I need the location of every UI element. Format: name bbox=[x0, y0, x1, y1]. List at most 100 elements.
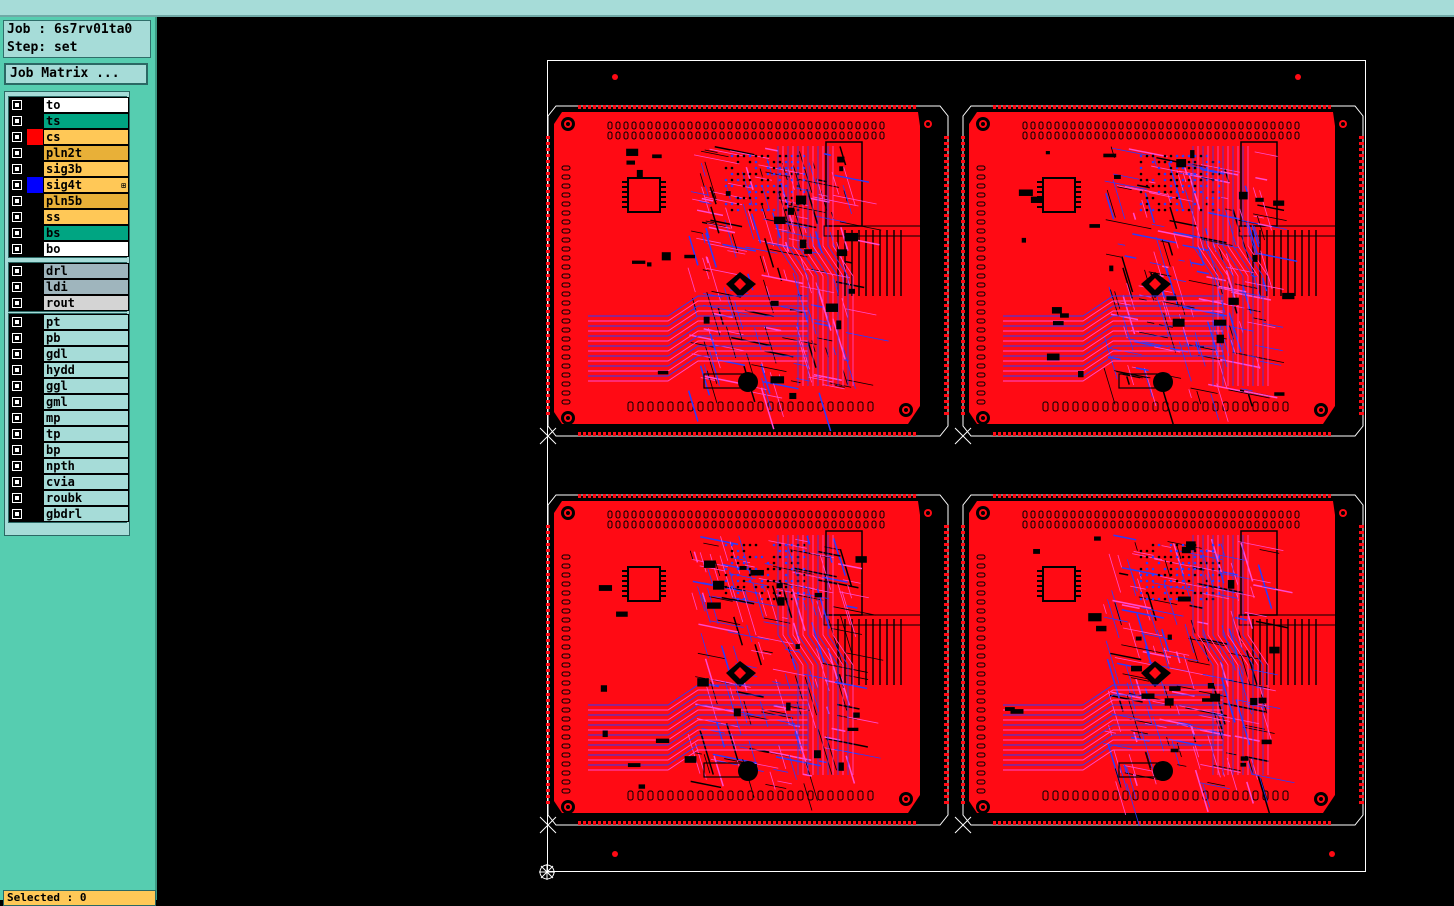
layer-name[interactable]: roubk bbox=[43, 490, 129, 506]
layer-color-swatch[interactable] bbox=[27, 346, 43, 362]
layer-row-to[interactable]: to bbox=[9, 97, 129, 113]
layer-row-gdl[interactable]: gdl bbox=[9, 346, 129, 362]
layer-checkbox[interactable] bbox=[12, 509, 22, 519]
layer-color-swatch[interactable] bbox=[27, 241, 43, 257]
layer-row-roubk[interactable]: roubk bbox=[9, 490, 129, 506]
layer-name[interactable]: bo bbox=[43, 241, 129, 257]
layer-color-swatch[interactable] bbox=[27, 458, 43, 474]
layer-checkbox[interactable] bbox=[12, 132, 22, 142]
layer-row-drl[interactable]: drl bbox=[9, 263, 129, 279]
layer-name[interactable]: npth bbox=[43, 458, 129, 474]
layer-color-swatch[interactable] bbox=[27, 295, 43, 311]
layer-row-bp[interactable]: bp bbox=[9, 442, 129, 458]
layer-name[interactable]: gml bbox=[43, 394, 129, 410]
layer-checkbox[interactable] bbox=[12, 148, 22, 158]
layer-checkbox[interactable] bbox=[12, 164, 22, 174]
layer-name[interactable]: cvia bbox=[43, 474, 129, 490]
layer-row-mp[interactable]: mp bbox=[9, 410, 129, 426]
layer-color-swatch[interactable] bbox=[27, 362, 43, 378]
layer-row-npth[interactable]: npth bbox=[9, 458, 129, 474]
layer-color-swatch[interactable] bbox=[27, 506, 43, 522]
layer-row-ldi[interactable]: ldi bbox=[9, 279, 129, 295]
layer-color-swatch[interactable] bbox=[27, 426, 43, 442]
layer-row-sig4t[interactable]: sig4t ⊞ bbox=[9, 177, 129, 193]
layer-color-swatch[interactable] bbox=[27, 97, 43, 113]
layer-color-swatch[interactable] bbox=[27, 378, 43, 394]
layer-color-swatch[interactable] bbox=[27, 314, 43, 330]
layer-checkbox[interactable] bbox=[12, 212, 22, 222]
layer-checkbox[interactable] bbox=[12, 461, 22, 471]
layer-color-swatch[interactable] bbox=[27, 474, 43, 490]
layer-color-swatch[interactable] bbox=[27, 394, 43, 410]
panel-view[interactable] bbox=[157, 17, 1454, 900]
layer-row-cs[interactable]: cs bbox=[9, 129, 129, 145]
layer-row-pb[interactable]: pb bbox=[9, 330, 129, 346]
layer-row-pln5b[interactable]: pln5b bbox=[9, 193, 129, 209]
layer-name[interactable]: tp bbox=[43, 426, 129, 442]
layer-row-ts[interactable]: ts bbox=[9, 113, 129, 129]
layer-name[interactable]: rout bbox=[43, 295, 129, 311]
layer-row-gbdrl[interactable]: gbdrl bbox=[9, 506, 129, 522]
layer-checkbox[interactable] bbox=[12, 282, 22, 292]
layer-color-swatch[interactable] bbox=[27, 410, 43, 426]
layer-checkbox[interactable] bbox=[12, 397, 22, 407]
layer-name[interactable]: gbdrl bbox=[43, 506, 129, 522]
layer-checkbox[interactable] bbox=[12, 349, 22, 359]
layer-checkbox[interactable] bbox=[12, 493, 22, 503]
layer-color-swatch[interactable] bbox=[27, 209, 43, 225]
layer-checkbox[interactable] bbox=[12, 365, 22, 375]
layer-row-bs[interactable]: bs bbox=[9, 225, 129, 241]
layer-color-swatch[interactable] bbox=[27, 177, 43, 193]
layer-row-pln2t[interactable]: pln2t bbox=[9, 145, 129, 161]
layer-name[interactable]: bs bbox=[43, 225, 129, 241]
layer-checkbox[interactable] bbox=[12, 100, 22, 110]
layer-checkbox[interactable] bbox=[12, 413, 22, 423]
layer-checkbox[interactable] bbox=[12, 116, 22, 126]
layer-checkbox[interactable] bbox=[12, 477, 22, 487]
layer-row-tp[interactable]: tp bbox=[9, 426, 129, 442]
layer-color-swatch[interactable] bbox=[27, 330, 43, 346]
layer-checkbox[interactable] bbox=[12, 317, 22, 327]
layer-row-cvia[interactable]: cvia bbox=[9, 474, 129, 490]
layer-checkbox[interactable] bbox=[12, 429, 22, 439]
layer-checkbox[interactable] bbox=[12, 381, 22, 391]
layer-name[interactable]: pt bbox=[43, 314, 129, 330]
layer-checkbox[interactable] bbox=[12, 445, 22, 455]
layer-color-swatch[interactable] bbox=[27, 490, 43, 506]
layer-row-ggl[interactable]: ggl bbox=[9, 378, 129, 394]
layer-name[interactable]: sig4t ⊞ bbox=[43, 177, 129, 193]
layer-name[interactable]: ggl bbox=[43, 378, 129, 394]
graphic-canvas[interactable] bbox=[157, 17, 1454, 900]
layer-color-swatch[interactable] bbox=[27, 279, 43, 295]
layer-color-swatch[interactable] bbox=[27, 442, 43, 458]
layer-row-sig3b[interactable]: sig3b bbox=[9, 161, 129, 177]
layer-row-gml[interactable]: gml bbox=[9, 394, 129, 410]
layer-color-swatch[interactable] bbox=[27, 113, 43, 129]
layer-color-swatch[interactable] bbox=[27, 193, 43, 209]
layer-name[interactable]: ts bbox=[43, 113, 129, 129]
layer-checkbox[interactable] bbox=[12, 196, 22, 206]
layer-color-swatch[interactable] bbox=[27, 225, 43, 241]
layer-checkbox[interactable] bbox=[12, 180, 22, 190]
layer-name[interactable]: ldi bbox=[43, 279, 129, 295]
job-matrix-button[interactable]: Job Matrix ... bbox=[4, 63, 148, 85]
layer-color-swatch[interactable] bbox=[27, 129, 43, 145]
layer-name[interactable]: to bbox=[43, 97, 129, 113]
layer-name[interactable]: ss bbox=[43, 209, 129, 225]
layer-name[interactable]: pln5b bbox=[43, 193, 129, 209]
layer-name[interactable]: mp bbox=[43, 410, 129, 426]
layer-row-ss[interactable]: ss bbox=[9, 209, 129, 225]
layer-row-rout[interactable]: rout bbox=[9, 295, 129, 311]
layer-name[interactable]: hydd bbox=[43, 362, 129, 378]
layer-name[interactable]: gdl bbox=[43, 346, 129, 362]
layer-checkbox[interactable] bbox=[12, 244, 22, 254]
layer-row-pt[interactable]: pt bbox=[9, 314, 129, 330]
layer-checkbox[interactable] bbox=[12, 228, 22, 238]
layer-name[interactable]: bp bbox=[43, 442, 129, 458]
layer-color-swatch[interactable] bbox=[27, 263, 43, 279]
layer-color-swatch[interactable] bbox=[27, 161, 43, 177]
layer-checkbox[interactable] bbox=[12, 266, 22, 276]
layer-name[interactable]: pb bbox=[43, 330, 129, 346]
layer-row-hydd[interactable]: hydd bbox=[9, 362, 129, 378]
layer-checkbox[interactable] bbox=[12, 333, 22, 343]
